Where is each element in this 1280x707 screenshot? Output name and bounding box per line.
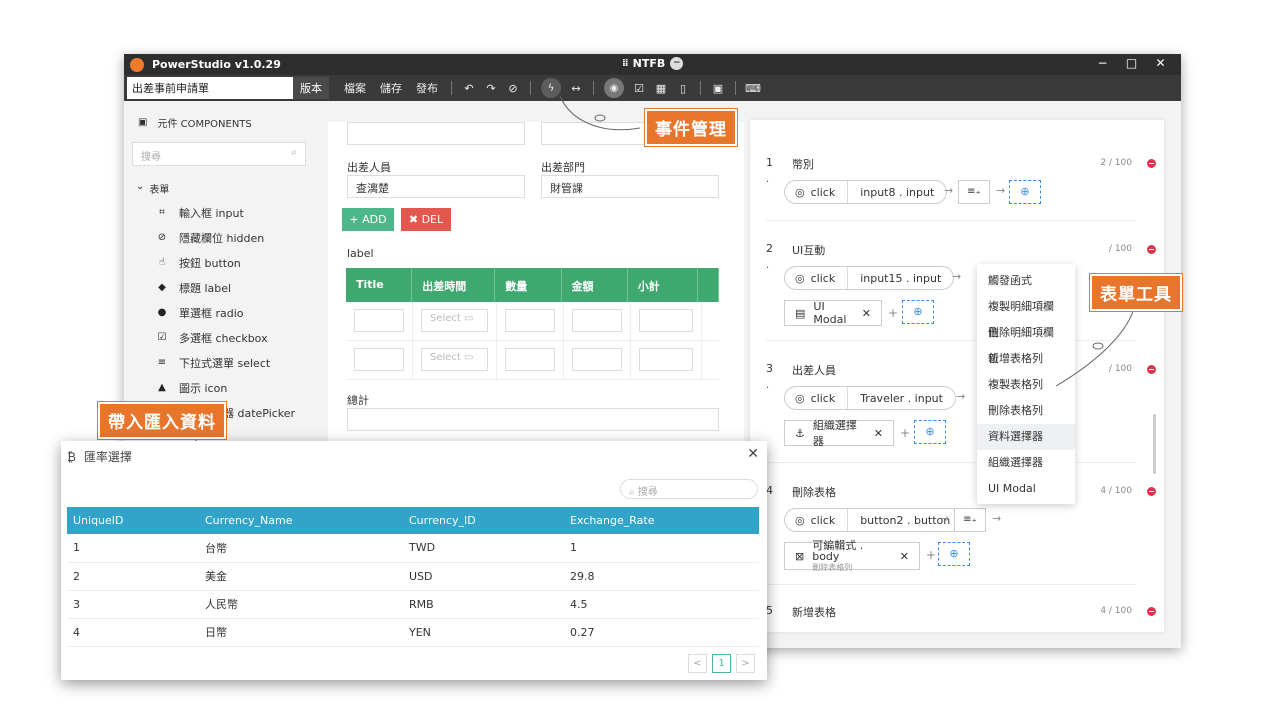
- callout-loop: [594, 114, 606, 122]
- callout-form-tools: 表單工具: [1090, 274, 1182, 311]
- table-row[interactable]: 3 人民幣 RMB 4.5: [67, 590, 759, 619]
- table-cell: 2: [67, 562, 199, 591]
- table-row[interactable]: 2 美金 USD 29.8: [67, 562, 759, 591]
- table-cell: YEN: [403, 618, 564, 647]
- table-cell: 29.8: [564, 562, 759, 591]
- callout-line-event: [559, 95, 641, 131]
- bitcoin-icon: ₿: [67, 449, 76, 464]
- table-cell: 3: [67, 590, 199, 619]
- table-cell: 0.27: [564, 618, 759, 647]
- table-row[interactable]: 1 台幣 TWD 1: [67, 534, 759, 563]
- table-col-header: Exchange_Rate: [564, 507, 759, 534]
- table-cell: 1: [564, 534, 759, 563]
- pagination: < 1 >: [688, 654, 755, 673]
- next-page-button[interactable]: >: [736, 654, 755, 673]
- exchange-rate-table: UniqueID Currency_Name Currency_ID Excha…: [67, 507, 759, 647]
- table-header-row: UniqueID Currency_Name Currency_ID Excha…: [67, 507, 759, 534]
- search-icon: ⌕: [629, 487, 638, 498]
- callout-import-data: 帶入匯入資料: [98, 402, 226, 439]
- table-col-header: Currency_Name: [199, 507, 403, 534]
- table-cell: RMB: [403, 590, 564, 619]
- table-cell: TWD: [403, 534, 564, 563]
- prev-page-button[interactable]: <: [688, 654, 707, 673]
- table-cell: USD: [403, 562, 564, 591]
- modal-close-button[interactable]: ✕: [747, 446, 759, 462]
- table-cell: 日幣: [199, 618, 403, 647]
- modal-search-input[interactable]: ⌕ 搜尋: [620, 479, 758, 499]
- table-cell: 人民幣: [199, 590, 403, 619]
- callout-line-form: [1055, 303, 1136, 387]
- table-cell: 4.5: [564, 590, 759, 619]
- exchange-rate-modal: ₿ 匯率選擇 ✕ ⌕ 搜尋 UniqueID Currency_Name Cur…: [61, 441, 767, 680]
- table-row[interactable]: 4 日幣 YEN 0.27: [67, 618, 759, 647]
- callout-loop: [1092, 342, 1104, 350]
- modal-title-text: 匯率選擇: [83, 450, 132, 464]
- table-cell: 美金: [199, 562, 403, 591]
- search-placeholder: 搜尋: [637, 487, 658, 498]
- table-col-header: UniqueID: [67, 507, 199, 534]
- callout-event-management: 事件管理: [645, 109, 737, 146]
- table-col-header: Currency_ID: [403, 507, 564, 534]
- modal-title: ₿ 匯率選擇: [67, 448, 132, 465]
- table-cell: 1: [67, 534, 199, 563]
- page-button-current[interactable]: 1: [712, 654, 731, 673]
- table-cell: 台幣: [199, 534, 403, 563]
- table-cell: 4: [67, 618, 199, 647]
